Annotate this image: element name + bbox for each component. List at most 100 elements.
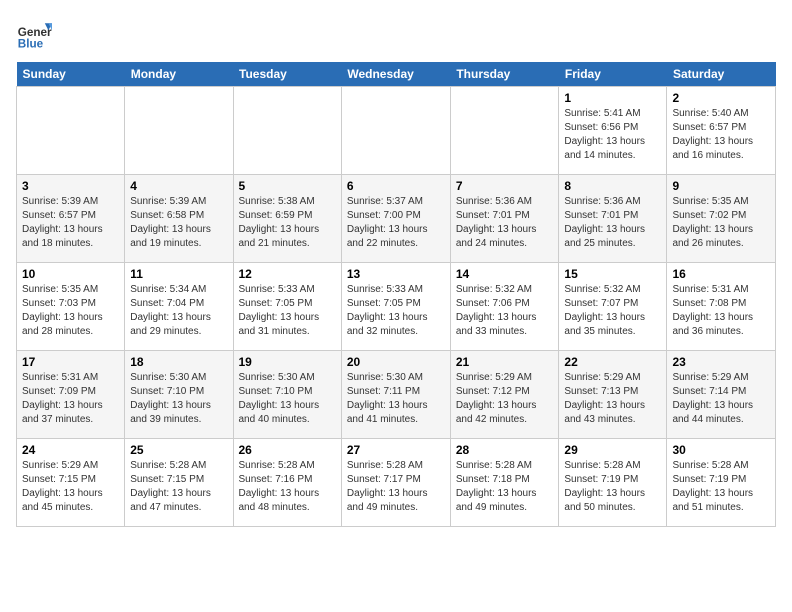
day-info: Sunrise: 5:30 AM Sunset: 7:11 PM Dayligh…: [347, 371, 445, 427]
day-info: Sunrise: 5:38 AM Sunset: 6:59 PM Dayligh…: [239, 195, 336, 251]
day-info: Sunrise: 5:41 AM Sunset: 6:56 PM Dayligh…: [564, 107, 661, 163]
calendar-cell: 11 Sunrise: 5:34 AM Sunset: 7:04 PM Dayli…: [125, 263, 233, 351]
calendar-cell: 22 Sunrise: 5:29 AM Sunset: 7:13 PM Dayli…: [559, 351, 667, 439]
day-info: Sunrise: 5:33 AM Sunset: 7:05 PM Dayligh…: [239, 283, 336, 339]
day-number: 7: [456, 179, 554, 193]
day-number: 24: [22, 443, 119, 457]
calendar-week-1: 3Sunrise: 5:39 AM Sunset: 6:57 PM Daylig…: [17, 175, 776, 263]
calendar-cell: 7 Sunrise: 5:36 AM Sunset: 7:01 PM Daylig…: [450, 175, 559, 263]
page-header: General Blue: [16, 16, 776, 52]
day-number: 9: [672, 179, 770, 193]
calendar-cell: 5 Sunrise: 5:38 AM Sunset: 6:59 PM Daylig…: [233, 175, 341, 263]
calendar-cell: 9 Sunrise: 5:35 AM Sunset: 7:02 PM Daylig…: [667, 175, 776, 263]
calendar-cell: 27 Sunrise: 5:28 AM Sunset: 7:17 PM Dayli…: [341, 439, 450, 527]
day-number: 4: [130, 179, 227, 193]
day-info: Sunrise: 5:35 AM Sunset: 7:03 PM Dayligh…: [22, 283, 119, 339]
svg-text:Blue: Blue: [18, 38, 44, 51]
calendar-cell: 4 Sunrise: 5:39 AM Sunset: 6:58 PM Daylig…: [125, 175, 233, 263]
calendar-cell: 14 Sunrise: 5:32 AM Sunset: 7:06 PM Dayli…: [450, 263, 559, 351]
day-number: 29: [564, 443, 661, 457]
day-number: 17: [22, 355, 119, 369]
day-number: 6: [347, 179, 445, 193]
calendar-week-3: 17 Sunrise: 5:31 AM Sunset: 7:09 PM Dayli…: [17, 351, 776, 439]
calendar-cell: 15Sunrise: 5:32 AM Sunset: 7:07 PM Dayli…: [559, 263, 667, 351]
day-number: 19: [239, 355, 336, 369]
day-number: 11: [130, 267, 227, 281]
day-number: 10: [22, 267, 119, 281]
day-number: 16: [672, 267, 770, 281]
day-info: Sunrise: 5:32 AM Sunset: 7:07 PM Dayligh…: [564, 283, 661, 339]
day-info: Sunrise: 5:34 AM Sunset: 7:04 PM Dayligh…: [130, 283, 227, 339]
calendar-cell: 10 Sunrise: 5:35 AM Sunset: 7:03 PM Dayli…: [17, 263, 125, 351]
day-number: 25: [130, 443, 227, 457]
logo: General Blue: [16, 16, 52, 52]
calendar-cell: 20 Sunrise: 5:30 AM Sunset: 7:11 PM Dayli…: [341, 351, 450, 439]
day-number: 22: [564, 355, 661, 369]
header-tuesday: Tuesday: [233, 62, 341, 87]
logo-icon: General Blue: [16, 16, 52, 52]
day-info: Sunrise: 5:36 AM Sunset: 7:01 PM Dayligh…: [456, 195, 554, 251]
calendar-cell: [450, 87, 559, 175]
day-info: Sunrise: 5:28 AM Sunset: 7:18 PM Dayligh…: [456, 459, 554, 515]
day-info: Sunrise: 5:29 AM Sunset: 7:12 PM Dayligh…: [456, 371, 554, 427]
calendar-cell: 29 Sunrise: 5:28 AM Sunset: 7:19 PM Dayli…: [559, 439, 667, 527]
header-thursday: Thursday: [450, 62, 559, 87]
calendar-cell: 30 Sunrise: 5:28 AM Sunset: 7:19 PM Dayli…: [667, 439, 776, 527]
day-info: Sunrise: 5:40 AM Sunset: 6:57 PM Dayligh…: [672, 107, 770, 163]
calendar-cell: 17 Sunrise: 5:31 AM Sunset: 7:09 PM Dayli…: [17, 351, 125, 439]
day-info: Sunrise: 5:35 AM Sunset: 7:02 PM Dayligh…: [672, 195, 770, 251]
day-info: Sunrise: 5:30 AM Sunset: 7:10 PM Dayligh…: [239, 371, 336, 427]
calendar-cell: [17, 87, 125, 175]
day-info: Sunrise: 5:29 AM Sunset: 7:15 PM Dayligh…: [22, 459, 119, 515]
day-number: 18: [130, 355, 227, 369]
day-info: Sunrise: 5:32 AM Sunset: 7:06 PM Dayligh…: [456, 283, 554, 339]
day-number: 1: [564, 91, 661, 105]
day-info: Sunrise: 5:29 AM Sunset: 7:14 PM Dayligh…: [672, 371, 770, 427]
day-info: Sunrise: 5:37 AM Sunset: 7:00 PM Dayligh…: [347, 195, 445, 251]
calendar-cell: 8 Sunrise: 5:36 AM Sunset: 7:01 PM Daylig…: [559, 175, 667, 263]
day-info: Sunrise: 5:28 AM Sunset: 7:16 PM Dayligh…: [239, 459, 336, 515]
day-number: 3: [22, 179, 119, 193]
calendar-cell: 24 Sunrise: 5:29 AM Sunset: 7:15 PM Dayli…: [17, 439, 125, 527]
calendar-cell: 16 Sunrise: 5:31 AM Sunset: 7:08 PM Dayli…: [667, 263, 776, 351]
day-number: 28: [456, 443, 554, 457]
day-info: Sunrise: 5:31 AM Sunset: 7:09 PM Dayligh…: [22, 371, 119, 427]
calendar-cell: [233, 87, 341, 175]
calendar-week-0: 1 Sunrise: 5:41 AM Sunset: 6:56 PM Daylig…: [17, 87, 776, 175]
day-info: Sunrise: 5:29 AM Sunset: 7:13 PM Dayligh…: [564, 371, 661, 427]
calendar-cell: 12 Sunrise: 5:33 AM Sunset: 7:05 PM Dayli…: [233, 263, 341, 351]
calendar-cell: 18Sunrise: 5:30 AM Sunset: 7:10 PM Dayli…: [125, 351, 233, 439]
day-info: Sunrise: 5:36 AM Sunset: 7:01 PM Dayligh…: [564, 195, 661, 251]
day-number: 30: [672, 443, 770, 457]
calendar-cell: 2 Sunrise: 5:40 AM Sunset: 6:57 PM Daylig…: [667, 87, 776, 175]
day-number: 27: [347, 443, 445, 457]
calendar-cell: [125, 87, 233, 175]
day-info: Sunrise: 5:31 AM Sunset: 7:08 PM Dayligh…: [672, 283, 770, 339]
day-number: 20: [347, 355, 445, 369]
day-info: Sunrise: 5:39 AM Sunset: 6:58 PM Dayligh…: [130, 195, 227, 251]
calendar-cell: [341, 87, 450, 175]
calendar-cell: 19 Sunrise: 5:30 AM Sunset: 7:10 PM Dayli…: [233, 351, 341, 439]
day-number: 13: [347, 267, 445, 281]
day-info: Sunrise: 5:28 AM Sunset: 7:19 PM Dayligh…: [672, 459, 770, 515]
calendar-cell: 1 Sunrise: 5:41 AM Sunset: 6:56 PM Daylig…: [559, 87, 667, 175]
day-number: 21: [456, 355, 554, 369]
calendar-header-row: SundayMondayTuesdayWednesdayThursdayFrid…: [17, 62, 776, 87]
day-number: 26: [239, 443, 336, 457]
calendar-week-4: 24 Sunrise: 5:29 AM Sunset: 7:15 PM Dayli…: [17, 439, 776, 527]
day-number: 14: [456, 267, 554, 281]
day-number: 12: [239, 267, 336, 281]
day-info: Sunrise: 5:28 AM Sunset: 7:17 PM Dayligh…: [347, 459, 445, 515]
calendar-cell: 13 Sunrise: 5:33 AM Sunset: 7:05 PM Dayli…: [341, 263, 450, 351]
day-number: 2: [672, 91, 770, 105]
day-number: 5: [239, 179, 336, 193]
day-info: Sunrise: 5:28 AM Sunset: 7:19 PM Dayligh…: [564, 459, 661, 515]
day-info: Sunrise: 5:33 AM Sunset: 7:05 PM Dayligh…: [347, 283, 445, 339]
day-info: Sunrise: 5:28 AM Sunset: 7:15 PM Dayligh…: [130, 459, 227, 515]
header-monday: Monday: [125, 62, 233, 87]
calendar-week-2: 10 Sunrise: 5:35 AM Sunset: 7:03 PM Dayli…: [17, 263, 776, 351]
calendar-cell: 28 Sunrise: 5:28 AM Sunset: 7:18 PM Dayli…: [450, 439, 559, 527]
day-number: 8: [564, 179, 661, 193]
calendar-cell: 6 Sunrise: 5:37 AM Sunset: 7:00 PM Daylig…: [341, 175, 450, 263]
header-saturday: Saturday: [667, 62, 776, 87]
